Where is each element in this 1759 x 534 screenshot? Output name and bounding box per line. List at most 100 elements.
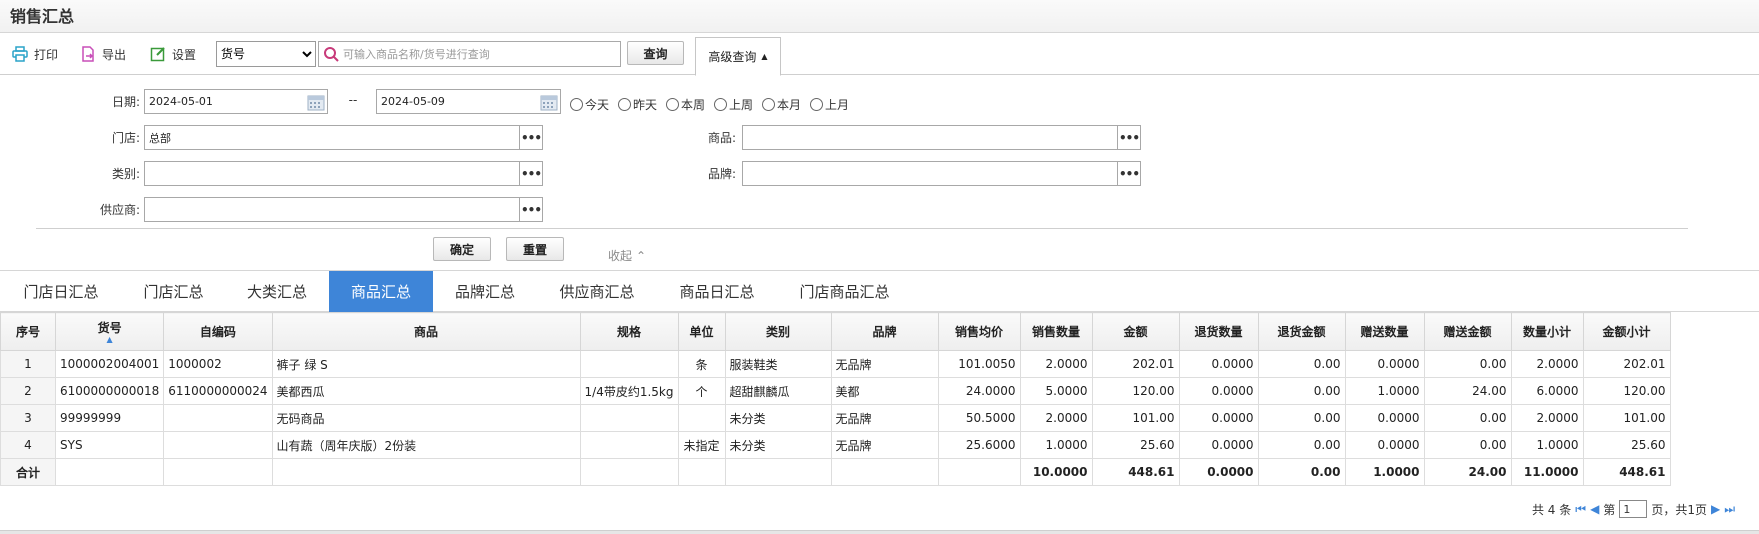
table-cell: 50.5000 (937, 404, 1021, 432)
col-header[interactable]: 赠送金额 (1423, 312, 1512, 351)
toolbar: 打印 导出 设置 货号 查询 高级查询 ▲ (0, 33, 1759, 76)
table-cell: 202.01 (1582, 350, 1671, 378)
table-cell (937, 458, 1021, 486)
col-header[interactable]: 自编码 (163, 312, 273, 351)
ellipsis-icon: ••• (1118, 166, 1140, 181)
quick-last-week-radio[interactable]: 上周 (714, 96, 753, 113)
table-cell: 3 (0, 404, 56, 432)
product-input[interactable] (742, 125, 1118, 150)
table-row[interactable]: 4 SYS 山有蔬（周年庆版）2份装 未指定 未分类 无品牌 25.6000 1… (0, 431, 1671, 459)
table-row[interactable]: 1 1000002004001 1000002 裤子 绿 S 条 服装鞋类 无品… (0, 350, 1671, 378)
advanced-query-label: 高级查询 (708, 50, 757, 64)
table-cell: 101.0050 (937, 350, 1021, 378)
category-label: 类别: (111, 167, 140, 181)
settings-button[interactable]: 设置 (150, 44, 196, 64)
col-header[interactable]: 类别 (724, 312, 832, 351)
date-from-input[interactable]: 2024-05-01 (144, 89, 328, 114)
table-cell (163, 404, 273, 432)
col-header[interactable]: 赠送数量 (1344, 312, 1425, 351)
tab-store-daily[interactable]: 门店日汇总 (0, 271, 122, 312)
table-cell: 448.61 (1091, 458, 1180, 486)
export-button[interactable]: 导出 (80, 44, 126, 64)
table-cell: 美都西瓜 (271, 377, 581, 405)
tab-category[interactable]: 大类汇总 (225, 271, 329, 312)
search-type-select[interactable]: 货号 (216, 41, 316, 67)
quick-today-radio[interactable]: 今天 (570, 96, 609, 113)
radio-circle (618, 98, 631, 111)
tab-store[interactable]: 门店汇总 (122, 271, 225, 312)
tab-store-product[interactable]: 门店商品汇总 (777, 271, 912, 312)
store-value: 总部 (149, 131, 171, 145)
tab-product[interactable]: 商品汇总 (329, 271, 433, 312)
table-cell: 5.0000 (1019, 377, 1093, 405)
table-cell: 101.00 (1582, 404, 1671, 432)
tab-brand[interactable]: 品牌汇总 (433, 271, 537, 312)
tab-supplier[interactable]: 供应商汇总 (537, 271, 657, 312)
advanced-query-tab[interactable]: 高级查询 ▲ (695, 37, 781, 76)
table-row[interactable]: 2 6100000000018 6110000000024 美都西瓜 1/4带皮… (0, 377, 1671, 405)
page-suffix: 页，共1页 (1651, 502, 1707, 517)
date-to-value: 2024-05-09 (381, 95, 445, 108)
quick-last-month-label: 上月 (825, 98, 850, 112)
col-header[interactable]: 销售均价 (937, 312, 1021, 351)
date-label: 日期: (111, 95, 140, 109)
store-input[interactable]: 总部 (144, 125, 520, 150)
date-to-input[interactable]: 2024-05-09 (376, 89, 561, 114)
table-cell: 无品牌 (830, 404, 939, 432)
summary-table: 序号 货号 ▲ 自编码 商品 规格 单位 类别 品牌 销售均价 销售数量 金额 退… (0, 312, 1671, 486)
table-cell: 1.0000 (1019, 431, 1093, 459)
ellipsis-icon: ••• (1118, 130, 1140, 145)
store-picker-button[interactable]: ••• (519, 125, 543, 150)
col-header[interactable]: 品牌 (830, 312, 939, 351)
brand-picker-button[interactable]: ••• (1117, 161, 1141, 186)
reset-button[interactable]: 重置 (506, 237, 564, 261)
calendar-icon[interactable] (307, 93, 325, 111)
supplier-input[interactable] (144, 197, 520, 222)
search-input[interactable] (343, 47, 613, 61)
radio-circle (810, 98, 823, 111)
quick-this-month-radio[interactable]: 本月 (762, 96, 801, 113)
col-header[interactable]: 金额 (1091, 312, 1180, 351)
supplier-label: 供应商: (99, 203, 140, 217)
table-row[interactable]: 3 99999999 无码商品 未分类 无品牌 50.5000 2.0000 1… (0, 404, 1671, 432)
table-cell: 1/4带皮约1.5kg (579, 377, 679, 405)
table-header-row: 序号 货号 ▲ 自编码 商品 规格 单位 类别 品牌 销售均价 销售数量 金额 退… (0, 312, 1671, 351)
query-button[interactable]: 查询 (627, 41, 684, 65)
page-number-input[interactable]: 1 (1619, 500, 1648, 518)
table-cell: 6110000000024 (163, 377, 273, 405)
col-header[interactable]: 序号 (0, 312, 56, 351)
print-button[interactable]: 打印 (12, 44, 58, 64)
quick-last-month-radio[interactable]: 上月 (810, 96, 849, 113)
col-header[interactable]: 退货数量 (1178, 312, 1259, 351)
table-cell: 0.00 (1257, 458, 1346, 486)
supplier-picker-button[interactable]: ••• (519, 197, 543, 222)
tab-product-daily[interactable]: 商品日汇总 (657, 271, 777, 312)
filter-panel: 日期: 2024-05-01 -- 2024-05-09 今天 昨天 本周 上周… (0, 76, 1759, 272)
date-from-value: 2024-05-01 (149, 95, 213, 108)
category-input[interactable] (144, 161, 520, 186)
prev-page-icon[interactable]: ◀ (1590, 502, 1599, 516)
first-page-icon[interactable]: ⏮ (1575, 502, 1586, 517)
calendar-icon[interactable] (540, 93, 558, 111)
col-header-sku[interactable]: 货号 ▲ (54, 312, 165, 351)
col-header[interactable]: 单位 (677, 312, 726, 351)
table-cell: 99999999 (54, 404, 165, 432)
brand-input[interactable] (742, 161, 1118, 186)
last-page-icon[interactable]: ⏭ (1724, 502, 1735, 517)
confirm-button[interactable]: 确定 (433, 237, 491, 261)
product-picker-button[interactable]: ••• (1117, 125, 1141, 150)
col-header[interactable]: 规格 (579, 312, 679, 351)
col-header[interactable]: 数量小计 (1510, 312, 1584, 351)
col-header[interactable]: 金额小计 (1582, 312, 1671, 351)
quick-this-week-radio[interactable]: 本周 (666, 96, 705, 113)
table-cell: 2.0000 (1019, 404, 1093, 432)
col-header[interactable]: 销售数量 (1019, 312, 1093, 351)
export-label: 导出 (102, 47, 127, 62)
collapse-link[interactable]: 收起 ⌃ (608, 247, 646, 264)
category-picker-button[interactable]: ••• (519, 161, 543, 186)
col-header[interactable]: 商品 (271, 312, 581, 351)
col-header[interactable]: 退货金额 (1257, 312, 1346, 351)
next-page-icon[interactable]: ▶ (1711, 502, 1720, 516)
quick-yesterday-radio[interactable]: 昨天 (618, 96, 657, 113)
table-cell: 25.6000 (937, 431, 1021, 459)
